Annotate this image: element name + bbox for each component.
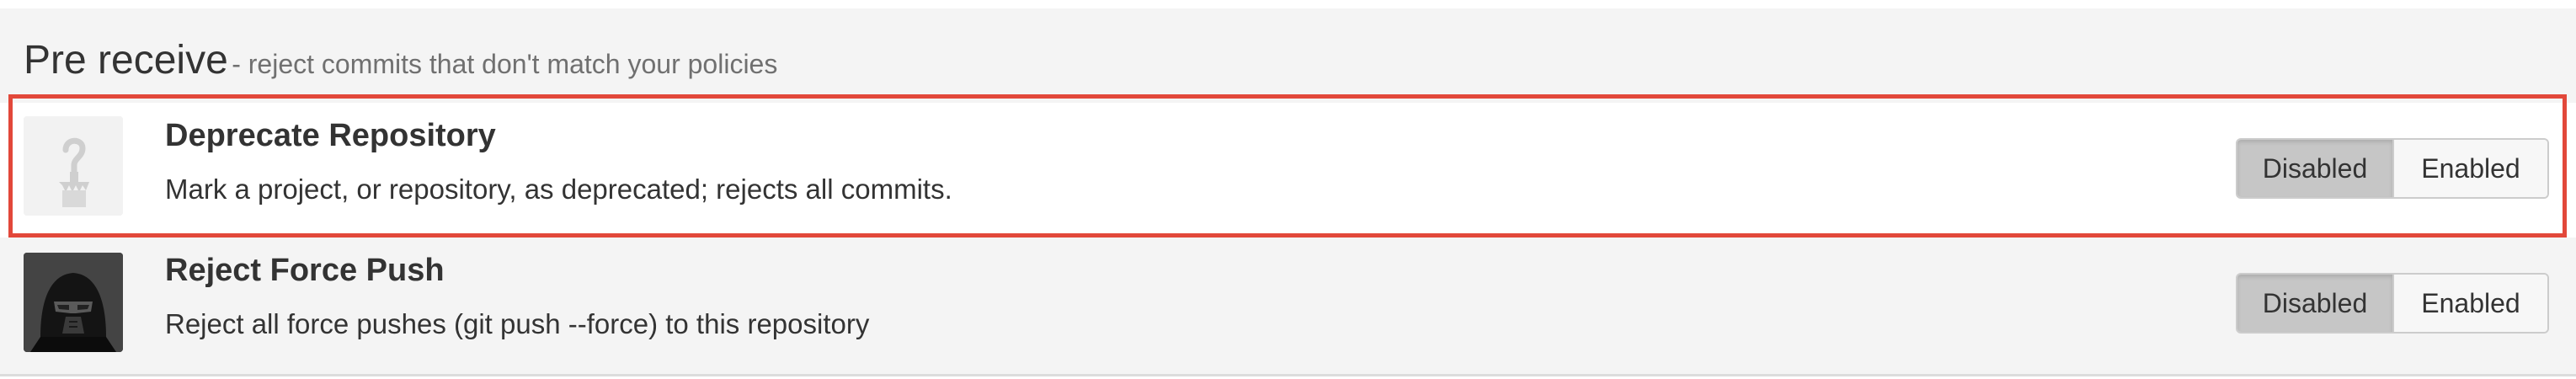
disabled-button[interactable]: Disabled — [2237, 140, 2394, 197]
plugin-name: Deprecate Repository — [165, 118, 496, 153]
plugin-row-deprecate-repository: Deprecate Repository Mark a project, or … — [0, 103, 2576, 238]
plugin-description: Reject all force pushes (git push --forc… — [165, 308, 870, 339]
section-subtitle: - reject commits that don't match your p… — [232, 49, 778, 79]
disabled-button[interactable]: Disabled — [2237, 275, 2394, 332]
enabled-button[interactable]: Enabled — [2394, 275, 2547, 332]
enable-toggle: Disabled Enabled — [2236, 273, 2549, 334]
hook-icon — [24, 116, 123, 216]
page: Pre receive - reject commits that don't … — [0, 0, 2576, 379]
enable-toggle: Disabled Enabled — [2236, 138, 2549, 199]
darth-vader-icon — [24, 253, 123, 352]
section-header: Pre receive - reject commits that don't … — [24, 37, 777, 83]
plugin-name: Reject Force Push — [165, 253, 445, 288]
plugin-row-reject-force-push: Reject Force Push Reject all force pushe… — [0, 238, 2576, 372]
plugin-description: Mark a project, or repository, as deprec… — [165, 173, 952, 205]
section-title: Pre receive — [24, 38, 228, 83]
enabled-button[interactable]: Enabled — [2394, 140, 2547, 197]
